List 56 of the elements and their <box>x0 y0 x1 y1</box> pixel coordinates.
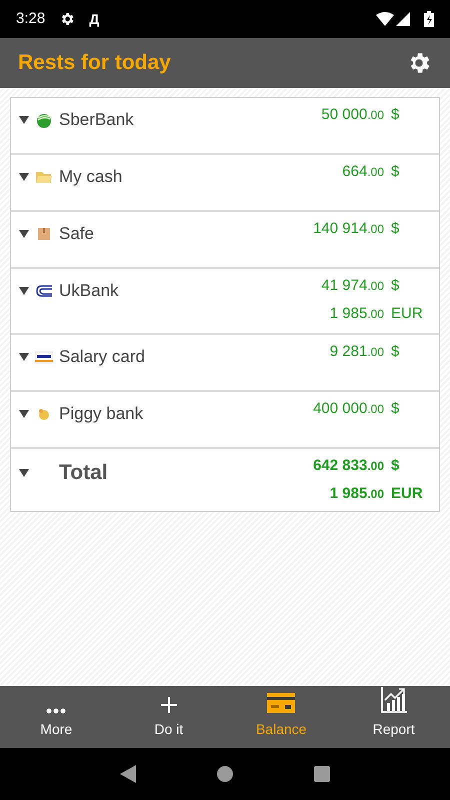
status-letter: Д <box>89 10 100 29</box>
caret-icon <box>19 230 29 238</box>
back-icon[interactable] <box>120 765 136 783</box>
amount: 140 914.00 <box>312 219 384 239</box>
home-icon[interactable] <box>216 766 233 782</box>
account-name: Safe <box>59 223 94 245</box>
currency: $ <box>391 162 400 182</box>
currency: EUR <box>391 304 424 324</box>
account-row[interactable]: Piggy bank 400 000.00 $ <box>11 392 439 449</box>
wifi-icon <box>376 12 394 26</box>
account-row[interactable]: Salary card 9 281.00 $ <box>11 335 439 392</box>
currency: $ <box>391 399 400 419</box>
total-label: Total <box>59 460 108 486</box>
amount: 1 985.00 <box>328 484 384 504</box>
account-row[interactable]: UkBank 41 974.00 $ 1 985.00 EUR <box>11 269 439 335</box>
account-name: My cash <box>59 166 122 188</box>
currency: $ <box>391 219 400 239</box>
amount: 41 974.00 <box>320 276 384 296</box>
plus-icon <box>160 696 178 714</box>
signal-icon <box>396 12 410 26</box>
nav-tab[interactable]: Balance <box>225 686 338 748</box>
caret-icon <box>19 352 29 361</box>
currency: $ <box>391 105 400 125</box>
account-row[interactable]: Safe 140 914.00 $ <box>11 212 439 269</box>
account-name: Piggy bank <box>59 403 144 425</box>
chart-icon <box>380 686 408 714</box>
nav-tab[interactable]: More <box>0 686 112 748</box>
caret-icon <box>19 286 29 295</box>
account-name: SberBank <box>59 109 134 131</box>
currency: $ <box>391 342 400 362</box>
card-icon <box>267 692 296 714</box>
amount: 642 833.00 <box>312 456 384 476</box>
currency: EUR <box>391 484 424 504</box>
page-title: Rests for today <box>18 50 171 76</box>
currency: $ <box>391 456 400 476</box>
nav-tab[interactable]: Do it <box>112 686 225 748</box>
amount: 50 000.00 <box>320 105 384 125</box>
nav-tab[interactable]: Report <box>338 686 450 748</box>
account-row[interactable]: SberBank 50 000.00 $ <box>11 98 439 155</box>
amount: 400 000.00 <box>312 399 384 419</box>
status-time: 3:28 <box>16 8 46 29</box>
settings-icon <box>59 11 76 27</box>
amount: 1 985.00 <box>328 304 384 324</box>
account-name: UkBank <box>59 280 119 302</box>
battery-icon <box>424 11 434 27</box>
account-row[interactable]: My cash 664.00 $ <box>11 155 439 212</box>
caret-icon <box>19 116 29 124</box>
account-name: Salary card <box>59 346 145 368</box>
more-icon <box>46 708 66 714</box>
recents-icon[interactable] <box>314 766 330 782</box>
amount: 664.00 <box>341 162 384 182</box>
caret-icon <box>19 410 29 418</box>
amount: 9 281.00 <box>328 342 384 362</box>
caret-icon <box>19 172 29 181</box>
currency: $ <box>391 276 400 296</box>
caret-icon <box>19 468 29 477</box>
